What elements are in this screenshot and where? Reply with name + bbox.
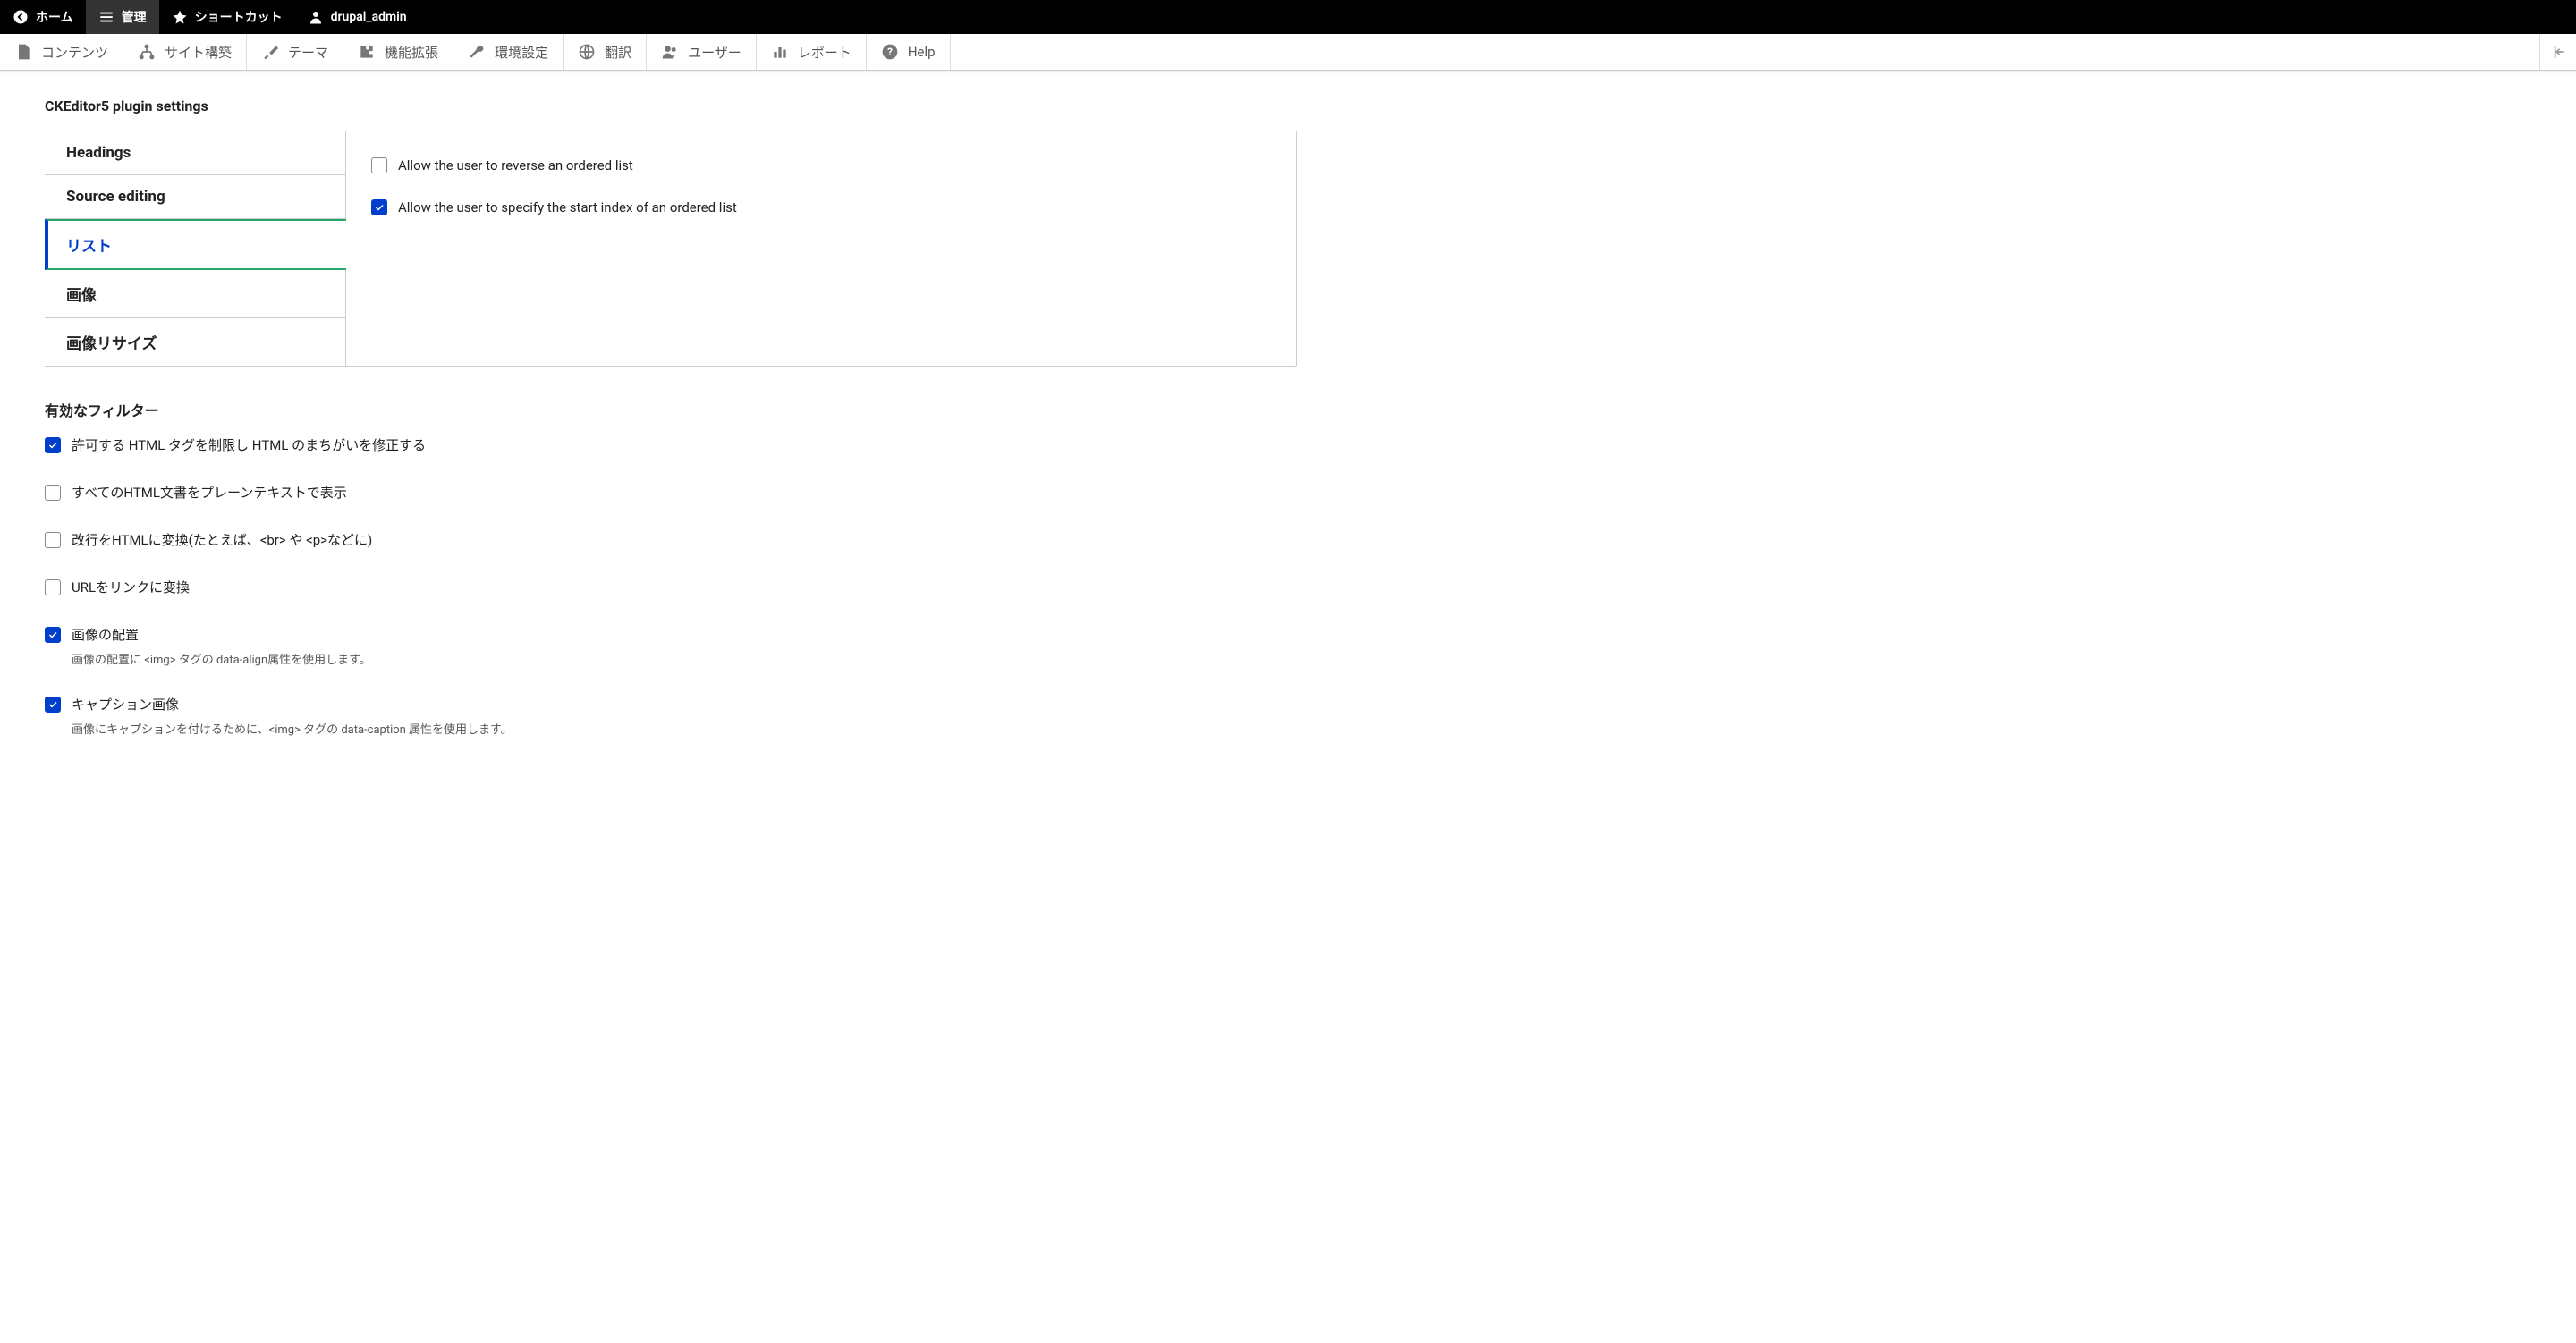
filter-url-link-label: URLをリンクに変換 (72, 579, 190, 597)
help-icon: ? (881, 43, 899, 61)
admin-structure-label: サイト構築 (165, 43, 232, 62)
checkbox-reverse-label: Allow the user to reverse an ordered lis… (398, 156, 633, 175)
admin-translate[interactable]: 翻訳 (564, 34, 647, 70)
wrench-icon (468, 43, 486, 61)
admin-content-label: コンテンツ (41, 43, 108, 62)
checkbox-start-index-label: Allow the user to specify the start inde… (398, 198, 737, 217)
bar-chart-icon (771, 43, 789, 61)
filter-row-plaintext: すべてのHTML文書をプレーンテキストで表示 (45, 484, 1297, 503)
toolbar-home[interactable]: ホーム (0, 0, 86, 34)
puzzle-icon (358, 43, 376, 61)
admin-appearance[interactable]: テーマ (247, 34, 343, 70)
toolbar-admin: コンテンツ サイト構築 テーマ 機能拡張 環境設定 翻訳 ユーザー (0, 34, 2576, 71)
admin-structure[interactable]: サイト構築 (123, 34, 247, 70)
vertical-tabs: Headings Source editing リスト 画像 画像リサイズ (45, 131, 346, 367)
toolbar-manage-label: 管理 (122, 8, 147, 26)
checkbox-url-link[interactable] (45, 579, 61, 595)
admin-content[interactable]: コンテンツ (0, 34, 123, 70)
filter-row-limit-html: 許可する HTML タグを制限し HTML のまちがいを修正する (45, 436, 1297, 455)
checkbox-row-start-index: Allow the user to specify the start inde… (371, 198, 1271, 217)
filter-row-image-caption: キャプション画像 画像にキャプションを付けるために、<img> タグの data… (45, 696, 1297, 737)
filters-list: 許可する HTML タグを制限し HTML のまちがいを修正する すべてのHTM… (45, 436, 1297, 737)
vtab-image-resize[interactable]: 画像リサイズ (45, 318, 346, 367)
filter-plaintext-label: すべてのHTML文書をプレーンテキストで表示 (72, 484, 347, 503)
back-arrow-icon (13, 9, 29, 25)
globe-icon (578, 43, 596, 61)
admin-config[interactable]: 環境設定 (453, 34, 564, 70)
svg-text:?: ? (887, 46, 893, 58)
brush-icon (261, 43, 279, 61)
people-icon (661, 43, 679, 61)
admin-config-label: 環境設定 (495, 43, 548, 62)
hamburger-icon (98, 9, 114, 25)
plugin-settings-heading: CKEditor5 plugin settings (45, 97, 1297, 114)
vtab-list[interactable]: リスト (45, 219, 346, 270)
filter-limit-html-label: 許可する HTML タグを制限し HTML のまちがいを修正する (72, 436, 426, 455)
vtab-source-editing[interactable]: Source editing (45, 175, 346, 219)
checkbox-reverse[interactable] (371, 157, 387, 173)
toolbar-shortcuts[interactable]: ショートカット (159, 0, 295, 34)
checkbox-limit-html[interactable] (45, 437, 61, 453)
star-icon (172, 9, 188, 25)
filter-image-align-label: 画像の配置 (72, 626, 371, 645)
plugin-settings: Headings Source editing リスト 画像 画像リサイズ Al… (45, 131, 1297, 367)
hierarchy-icon (138, 43, 156, 61)
admin-translate-label: 翻訳 (605, 43, 631, 62)
admin-people[interactable]: ユーザー (647, 34, 757, 70)
filter-image-caption-desc: 画像にキャプションを付けるために、<img> タグの data-caption … (72, 720, 513, 737)
admin-extend[interactable]: 機能拡張 (343, 34, 453, 70)
checkbox-row-reverse: Allow the user to reverse an ordered lis… (371, 156, 1271, 175)
collapse-icon (2549, 43, 2567, 61)
filter-row-image-align: 画像の配置 画像の配置に <img> タグの data-align属性を使用しま… (45, 626, 1297, 667)
toolbar-top: ホーム 管理 ショートカット drupal_admin (0, 0, 2576, 34)
vtab-pane-list: Allow the user to reverse an ordered lis… (345, 131, 1297, 367)
toolbar-user-label: drupal_admin (331, 10, 407, 24)
checkbox-start-index[interactable] (371, 199, 387, 215)
admin-extend-label: 機能拡張 (385, 43, 438, 62)
vtab-headings[interactable]: Headings (45, 131, 346, 175)
toolbar-shortcuts-label: ショートカット (195, 8, 283, 26)
admin-help[interactable]: ? Help (867, 34, 951, 70)
toolbar-home-label: ホーム (36, 8, 73, 26)
admin-collapse[interactable] (2539, 34, 2576, 70)
vtab-image[interactable]: 画像 (45, 270, 346, 318)
admin-appearance-label: テーマ (288, 43, 328, 62)
filter-linebreak-label: 改行をHTMLに変換(たとえば、<br> や <p>などに) (72, 531, 372, 550)
toolbar-manage[interactable]: 管理 (86, 0, 159, 34)
checkbox-linebreak[interactable] (45, 532, 61, 548)
filter-image-align-desc: 画像の配置に <img> タグの data-align属性を使用します。 (72, 650, 371, 667)
admin-people-label: ユーザー (688, 43, 741, 62)
user-icon (308, 9, 324, 25)
checkbox-image-caption[interactable] (45, 697, 61, 713)
filter-row-linebreak: 改行をHTMLに変換(たとえば、<br> や <p>などに) (45, 531, 1297, 550)
file-icon (14, 43, 32, 61)
admin-help-label: Help (908, 44, 936, 60)
spacer (951, 34, 2539, 70)
toolbar-user[interactable]: drupal_admin (295, 0, 419, 34)
admin-reports-label: レポート (798, 43, 852, 62)
filter-image-caption-label: キャプション画像 (72, 696, 513, 714)
checkbox-image-align[interactable] (45, 627, 61, 643)
admin-reports[interactable]: レポート (757, 34, 867, 70)
checkbox-plaintext[interactable] (45, 485, 61, 501)
filters-heading: 有効なフィルター (45, 399, 1297, 420)
filter-row-url-link: URLをリンクに変換 (45, 579, 1297, 597)
main-content: CKEditor5 plugin settings Headings Sourc… (0, 71, 1342, 801)
